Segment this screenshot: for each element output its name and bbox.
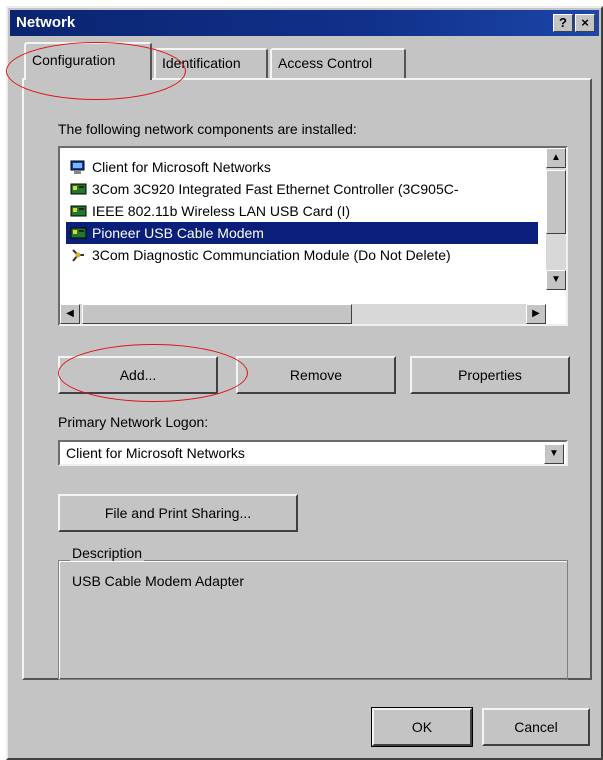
ok-button[interactable]: OK	[371, 707, 473, 747]
tab-access-control[interactable]: Access Control	[270, 48, 406, 78]
tab-configuration[interactable]: Configuration	[24, 42, 152, 80]
vertical-scroll-thumb[interactable]	[546, 170, 566, 234]
protocol-icon	[70, 247, 87, 262]
cancel-button[interactable]: Cancel	[482, 708, 590, 746]
remove-button[interactable]: Remove	[236, 356, 396, 394]
description-legend: Description	[70, 545, 145, 561]
title-bar[interactable]: Network ? ×	[10, 10, 599, 36]
file-print-sharing-button[interactable]: File and Print Sharing...	[58, 494, 298, 532]
network-adapter-icon	[70, 225, 87, 240]
properties-button[interactable]: Properties	[410, 356, 570, 394]
help-button[interactable]: ?	[553, 14, 573, 32]
chevron-down-icon[interactable]: ▼	[544, 444, 564, 464]
primary-logon-label: Primary Network Logon:	[58, 414, 209, 430]
horizontal-scroll-thumb[interactable]	[82, 304, 352, 324]
scroll-right-icon[interactable]: ▶	[526, 304, 546, 324]
primary-logon-select[interactable]: Client for Microsoft Networks ▼	[58, 440, 568, 466]
list-item[interactable]: 3Com Diagnostic Communciation Module (Do…	[66, 244, 457, 266]
window-title: Network	[16, 14, 76, 31]
primary-logon-value: Client for Microsoft Networks	[66, 445, 245, 461]
network-adapter-icon	[70, 203, 87, 218]
horizontal-scrollbar[interactable]: ◀ ▶	[60, 304, 546, 324]
components-list[interactable]: Client for Microsoft Networks 3Com 3C920…	[58, 146, 568, 326]
close-button[interactable]: ×	[575, 14, 595, 32]
description-text: USB Cable Modem Adapter	[72, 573, 244, 589]
list-item[interactable]: 3Com 3C920 Integrated Fast Ethernet Cont…	[66, 178, 465, 200]
scroll-down-icon[interactable]: ▼	[546, 270, 566, 290]
vertical-scrollbar[interactable]: ▲ ▼	[546, 148, 566, 290]
list-item[interactable]: Client for Microsoft Networks	[66, 156, 277, 178]
list-item-selected[interactable]: Pioneer USB Cable Modem	[66, 222, 538, 244]
list-item[interactable]: IEEE 802.11b Wireless LAN USB Card (I)	[66, 200, 356, 222]
components-header: The following network components are ins…	[58, 121, 357, 137]
tab-identification[interactable]: Identification	[154, 48, 268, 78]
add-button[interactable]: Add...	[58, 356, 218, 394]
scroll-left-icon[interactable]: ◀	[60, 304, 80, 324]
network-client-icon	[70, 159, 87, 174]
scroll-up-icon[interactable]: ▲	[546, 148, 566, 168]
network-adapter-icon	[70, 181, 87, 196]
